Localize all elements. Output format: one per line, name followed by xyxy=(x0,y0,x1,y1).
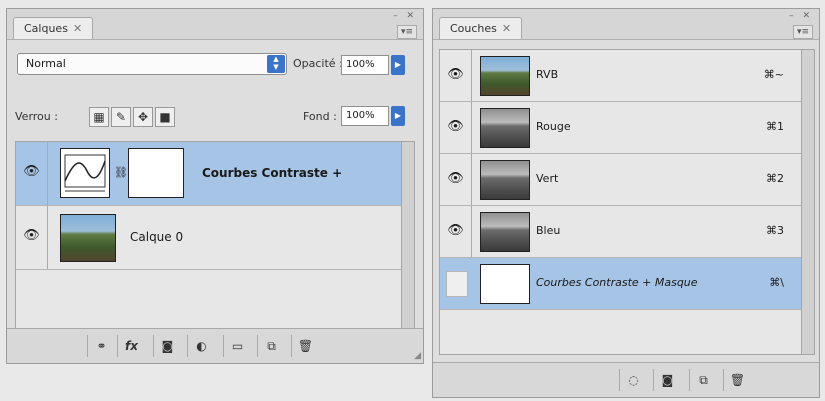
channel-thumbnail xyxy=(480,264,530,304)
channel-shortcut: ⌘2 xyxy=(766,172,784,185)
fx-icon[interactable]: fx xyxy=(117,335,145,357)
layers-tabbar: Calques ✕ – ✕ ▾≡ xyxy=(7,9,423,40)
channel-name: Courbes Contraste + Masque xyxy=(536,276,698,289)
channel-row-rouge[interactable]: 👁 Rouge ⌘1 xyxy=(440,102,802,154)
load-selection-icon[interactable]: ◌ xyxy=(619,369,647,391)
channels-scrollbar[interactable] xyxy=(801,49,815,355)
new-channel-icon[interactable]: ⧉ xyxy=(689,369,717,391)
channel-shortcut: ⌘1 xyxy=(766,120,784,133)
fill-field[interactable]: 100% xyxy=(341,106,389,126)
blend-mode-select[interactable]: Normal ▲ ▼ xyxy=(17,53,287,75)
channel-row-rvb[interactable]: 👁 RVB ⌘~ xyxy=(440,50,802,102)
lock-transparency-icon[interactable]: ▦ xyxy=(89,107,109,127)
visibility-eye-icon[interactable]: 👁 xyxy=(440,206,472,257)
layer-name[interactable]: Calque 0 xyxy=(130,230,183,244)
channel-name: Rouge xyxy=(536,120,571,133)
lock-label: Verrou : xyxy=(15,110,58,123)
channel-name: Bleu xyxy=(536,224,561,237)
tab-calques[interactable]: Calques ✕ xyxy=(13,17,94,39)
layer-name[interactable]: Courbes Contraste + xyxy=(202,166,342,180)
channel-thumbnail xyxy=(480,108,530,148)
channel-shortcut: ⌘~ xyxy=(763,68,784,81)
blend-mode-stepper-icon[interactable]: ▲ ▼ xyxy=(267,55,285,73)
layer-thumbnail xyxy=(60,214,116,262)
new-layer-icon[interactable]: ⧉ xyxy=(257,335,285,357)
tab-couches[interactable]: Couches ✕ xyxy=(439,17,523,39)
channel-row-bleu[interactable]: 👁 Bleu ⌘3 xyxy=(440,206,802,258)
blend-mode-value: Normal xyxy=(26,57,66,70)
channel-thumbnail xyxy=(480,56,530,96)
window-controls[interactable]: – ✕ xyxy=(789,11,813,21)
lock-position-icon[interactable]: ✥ xyxy=(133,107,153,127)
layers-panel: Calques ✕ – ✕ ▾≡ Normal ▲ ▼ Opacité : 100%… xyxy=(6,8,424,364)
layers-scrollbar[interactable] xyxy=(401,141,415,331)
layers-footer: ⚭ fx ◙ ◐ ▭ ⧉ 🗑 ◢ xyxy=(7,328,423,363)
lock-all-icon[interactable]: ■ xyxy=(155,107,175,127)
visibility-eye-icon[interactable]: 👁 xyxy=(16,142,48,205)
channel-thumbnail xyxy=(480,212,530,252)
channel-row-vert[interactable]: 👁 Vert ⌘2 xyxy=(440,154,802,206)
layers-list: 👁 ⛓ Courbes Contraste + 👁 Calque 0 xyxy=(15,141,407,331)
panel-menu-icon[interactable]: ▾≡ xyxy=(793,25,813,39)
opacity-field[interactable]: 100% xyxy=(341,55,389,75)
channel-shortcut: ⌘\ xyxy=(769,276,784,289)
mask-icon[interactable]: ◙ xyxy=(153,335,181,357)
chain-link-icon[interactable]: ⛓ xyxy=(114,166,128,179)
layer-mask-thumbnail[interactable] xyxy=(128,148,184,198)
resize-grip-icon[interactable]: ◢ xyxy=(414,351,421,361)
tab-close-icon[interactable]: ✕ xyxy=(73,22,82,35)
opacity-slider-arrow-icon[interactable]: ▶ xyxy=(391,55,405,75)
panel-menu-icon[interactable]: ▾≡ xyxy=(397,25,417,39)
curves-adjustment-icon xyxy=(60,148,110,198)
tab-couches-label: Couches xyxy=(450,22,497,35)
visibility-eye-icon[interactable]: 👁 xyxy=(440,50,472,101)
trash-icon[interactable]: 🗑 xyxy=(291,335,319,357)
window-controls[interactable]: – ✕ xyxy=(393,11,417,21)
channel-name: RVB xyxy=(536,68,559,81)
layer-row-calque0[interactable]: 👁 Calque 0 xyxy=(16,206,406,270)
channels-list: 👁 RVB ⌘~ 👁 Rouge ⌘1 👁 Vert ⌘2 👁 Bleu ⌘3 … xyxy=(439,49,803,355)
group-icon[interactable]: ▭ xyxy=(223,335,251,357)
opacity-label: Opacité : xyxy=(293,57,343,70)
channel-name: Vert xyxy=(536,172,559,185)
visibility-eye-icon[interactable]: 👁 xyxy=(16,206,48,269)
channel-thumbnail xyxy=(480,160,530,200)
save-selection-icon[interactable]: ◙ xyxy=(653,369,681,391)
adjustment-icon[interactable]: ◐ xyxy=(187,335,215,357)
layer-row-courbes[interactable]: 👁 ⛓ Courbes Contraste + xyxy=(16,142,406,206)
channel-row-masque[interactable]: Courbes Contraste + Masque ⌘\ xyxy=(440,258,802,310)
fill-label: Fond : xyxy=(303,110,337,123)
visibility-eye-icon[interactable]: 👁 xyxy=(440,102,472,153)
visibility-toggle-empty[interactable] xyxy=(446,271,468,297)
channels-panel: Couches ✕ – ✕ ▾≡ 👁 RVB ⌘~ 👁 Rouge ⌘1 👁 Ve… xyxy=(432,8,820,398)
channels-footer: ◌ ◙ ⧉ 🗑 xyxy=(433,362,819,397)
trash-icon[interactable]: 🗑 xyxy=(723,369,751,391)
tab-calques-label: Calques xyxy=(24,22,68,35)
channels-tabbar: Couches ✕ – ✕ ▾≡ xyxy=(433,9,819,40)
visibility-eye-icon[interactable]: 👁 xyxy=(440,154,472,205)
fill-slider-arrow-icon[interactable]: ▶ xyxy=(391,106,405,126)
lock-pixels-icon[interactable]: ✎ xyxy=(111,107,131,127)
link-icon[interactable]: ⚭ xyxy=(87,335,115,357)
channel-shortcut: ⌘3 xyxy=(766,224,784,237)
tab-close-icon[interactable]: ✕ xyxy=(502,22,511,35)
